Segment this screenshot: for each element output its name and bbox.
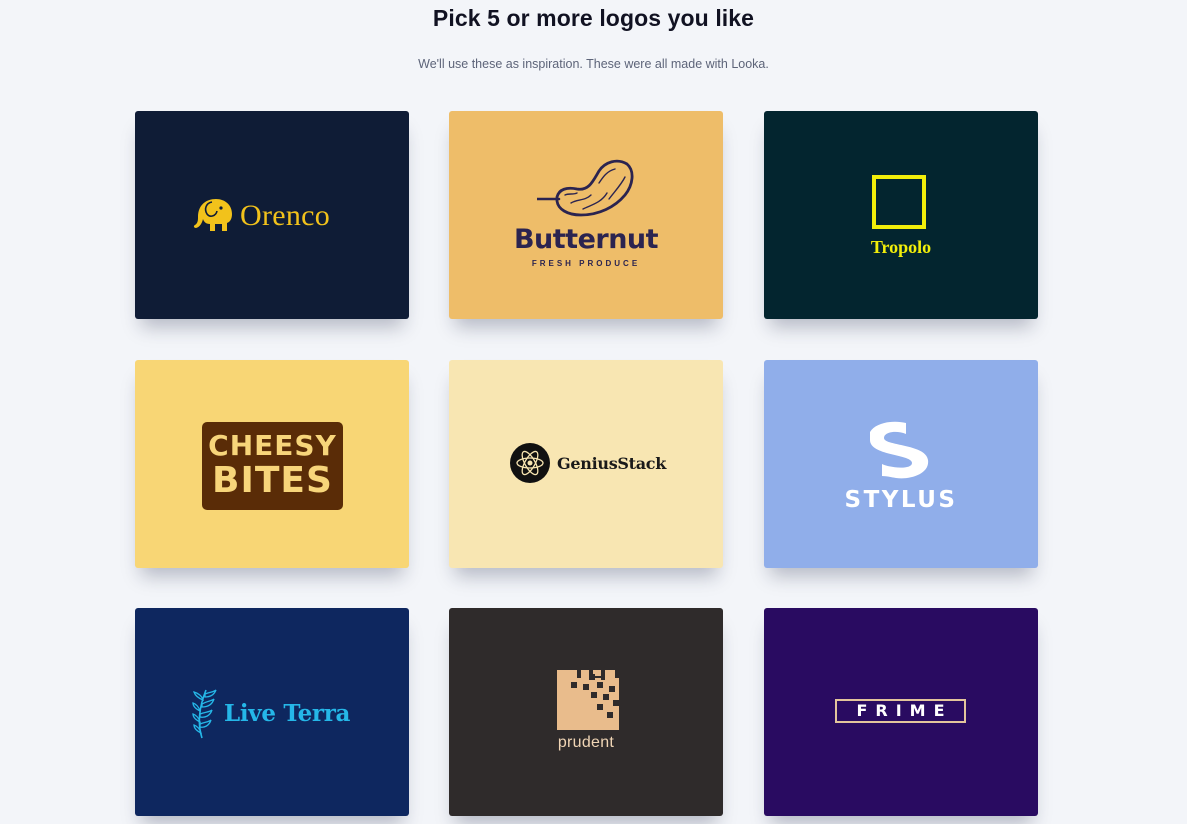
cheesy-line2: BITES [212,460,333,501]
geniusstack-logo: GeniusStack [509,442,666,484]
logo-card-frime[interactable]: FRIME [764,608,1038,816]
cheesy-line1: CHEESY [208,429,337,462]
live-terra-logo: Live Terra [192,686,350,740]
logo-card-geniusstack[interactable]: GeniusStack [449,360,723,568]
page-title: Pick 5 or more logos you like [432,5,755,31]
orenco-wordmark: Orenco [240,199,331,232]
tropolo-wordmark: Tropolo [870,237,932,257]
logo-card-tropolo[interactable]: Tropolo [764,111,1038,319]
prudent-wordmark: prudent [557,734,615,751]
logo-card-stylus[interactable]: STYLUS [764,360,1038,568]
page-subtitle: We'll use these as inspiration. These we… [418,57,769,71]
frime-wordmark: FRIME [856,701,953,720]
live-terra-wordmark: Live Terra [224,699,351,727]
cheesy-wordmark: CHEESY BITES [202,428,343,501]
s-letter-icon [866,420,936,485]
butternut-tagline: FRESH PRODUCE [531,259,641,268]
elephant-icon [193,199,232,231]
square-outline-icon [872,175,926,229]
logo-card-orenco[interactable]: Orenco [135,111,409,319]
pixel-block-icon [557,670,619,737]
leaf-icon [192,689,217,739]
orenco-logo: Orenco [192,195,362,237]
logo-card-butternut[interactable]: Butternut FRESH PRODUCE [449,111,723,319]
atom-icon [510,443,550,483]
geniusstack-wordmark: GeniusStack [557,453,667,473]
logo-card-cheesy-bites[interactable]: CHEESY BITES [135,360,409,568]
butternut-wordmark: Butternut [513,224,659,255]
logo-card-live-terra[interactable]: Live Terra [135,608,409,816]
squash-icon [535,159,637,224]
logo-card-prudent[interactable]: prudent [449,608,723,816]
stylus-wordmark: STYLUS [844,487,958,513]
